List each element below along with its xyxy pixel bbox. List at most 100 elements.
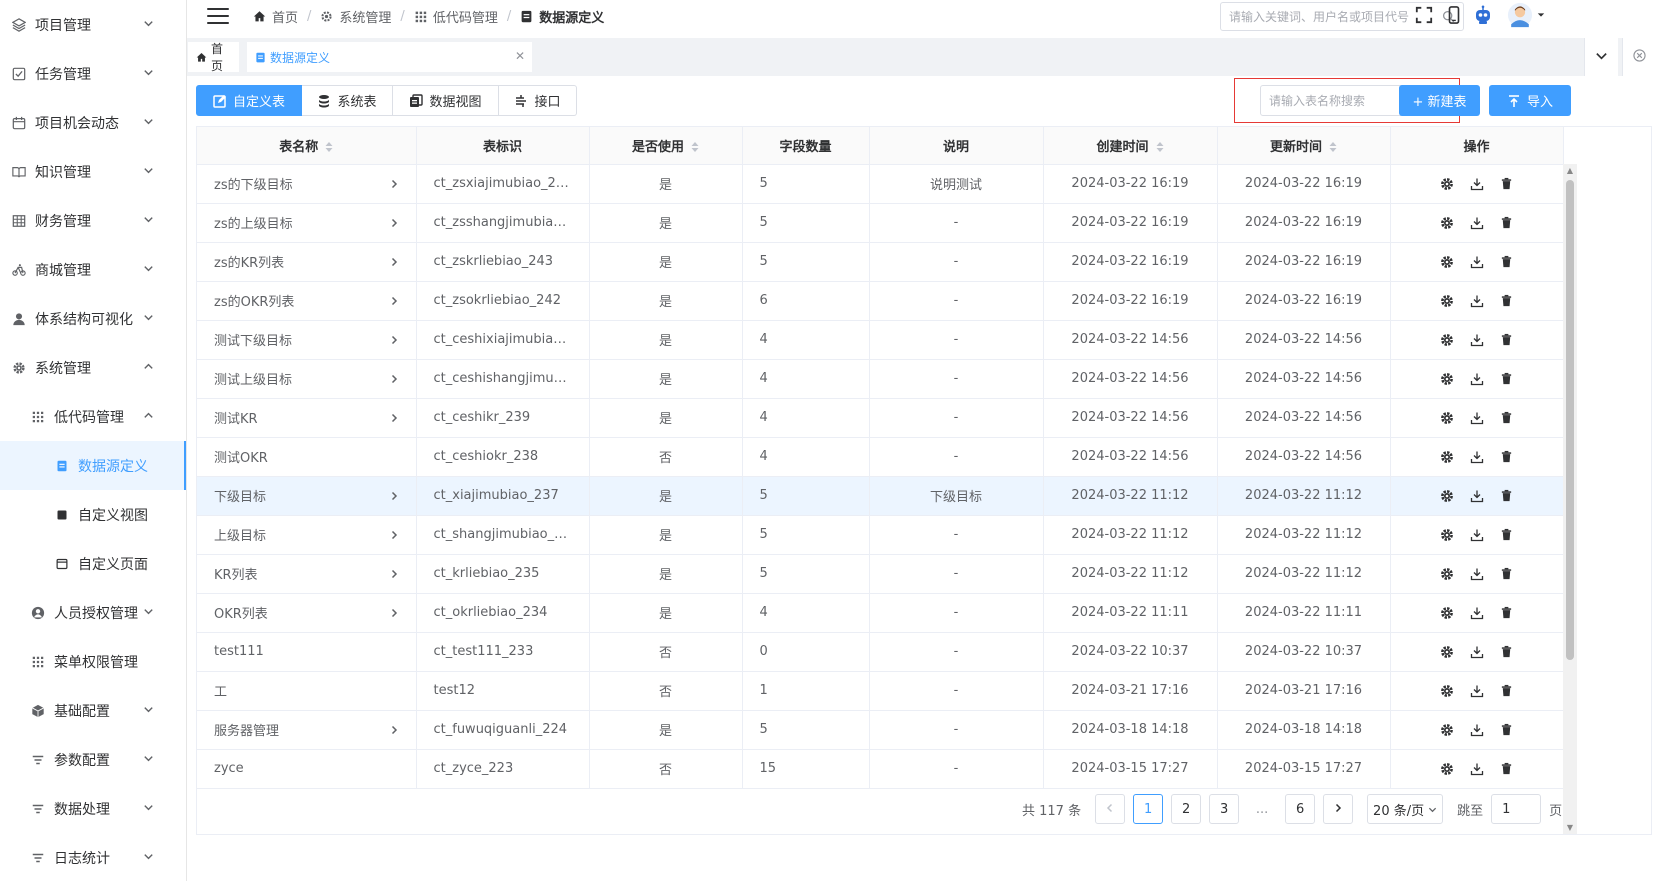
delete-trash-icon[interactable] bbox=[1500, 489, 1514, 503]
table-row[interactable]: KR列表 ct_krliebiao_235 是 5-2024-03-22 11:12 2… bbox=[197, 554, 1564, 594]
scroll-down-arrow-icon[interactable]: ▼ bbox=[1566, 824, 1574, 832]
download-icon[interactable] bbox=[1470, 372, 1484, 386]
page-button-6[interactable]: 6 bbox=[1285, 794, 1316, 824]
table-row[interactable]: 工 test12 否 1-2024-03-21 17:16 2024-03-21 17:… bbox=[197, 671, 1564, 711]
cell-name[interactable]: 服务器管理 bbox=[197, 710, 417, 750]
sidebar-item-7[interactable]: 系统管理 bbox=[0, 343, 186, 392]
segment-data-view[interactable]: 数据视图 bbox=[393, 85, 499, 116]
sidebar-item-14[interactable]: 基础配置 bbox=[0, 686, 186, 735]
chevron-right-icon[interactable] bbox=[389, 725, 399, 735]
settings-gear-icon[interactable] bbox=[1440, 216, 1454, 230]
prev-page-button[interactable] bbox=[1095, 794, 1126, 824]
column-header-created[interactable]: 创建时间 bbox=[1043, 127, 1218, 165]
settings-gear-icon[interactable] bbox=[1440, 567, 1454, 581]
settings-gear-icon[interactable] bbox=[1440, 606, 1454, 620]
delete-trash-icon[interactable] bbox=[1500, 684, 1514, 698]
sidebar-item-13[interactable]: 菜单权限管理 bbox=[0, 637, 186, 686]
delete-trash-icon[interactable] bbox=[1500, 411, 1514, 425]
column-header-used[interactable]: 是否使用 bbox=[589, 127, 743, 165]
sidebar-item-16[interactable]: 数据处理 bbox=[0, 784, 186, 833]
delete-trash-icon[interactable] bbox=[1500, 216, 1514, 230]
segment-system-table[interactable]: 系统表 bbox=[302, 85, 393, 116]
cell-name[interactable]: zs的OKR列表 bbox=[197, 281, 417, 321]
cell-name[interactable]: zs的下级目标 bbox=[197, 164, 417, 204]
segment-custom-table[interactable]: 自定义表 bbox=[196, 85, 302, 116]
sidebar-item-10[interactable]: 自定义视图 bbox=[0, 490, 186, 539]
page-button-2[interactable]: 2 bbox=[1171, 794, 1202, 824]
delete-trash-icon[interactable] bbox=[1500, 762, 1514, 776]
sidebar-item-5[interactable]: 商城管理 bbox=[0, 245, 186, 294]
delete-trash-icon[interactable] bbox=[1500, 606, 1514, 620]
cell-name[interactable]: zs的KR列表 bbox=[197, 242, 417, 282]
download-icon[interactable] bbox=[1470, 177, 1484, 191]
sidebar-item-4[interactable]: 财务管理 bbox=[0, 196, 186, 245]
tabs-dropdown-button[interactable] bbox=[1584, 38, 1618, 76]
sidebar-item-8[interactable]: 低代码管理 bbox=[0, 392, 186, 441]
cell-name[interactable]: 下级目标 bbox=[197, 476, 417, 516]
tab-datasource[interactable]: 数据源定义 ✕ bbox=[247, 42, 532, 72]
breadcrumb-home[interactable]: 首页 bbox=[253, 7, 298, 26]
table-row[interactable]: 测试上级目标 ct_ceshishangjimubi... 是 4-2024-03-2… bbox=[197, 359, 1564, 399]
settings-gear-icon[interactable] bbox=[1440, 177, 1454, 191]
settings-gear-icon[interactable] bbox=[1440, 372, 1454, 386]
download-icon[interactable] bbox=[1470, 528, 1484, 542]
download-icon[interactable] bbox=[1470, 606, 1484, 620]
table-row[interactable]: 下级目标 ct_xiajimubiao_237 是 5 下级目标 2024-03-22 1… bbox=[197, 476, 1564, 516]
close-icon[interactable]: ✕ bbox=[514, 49, 526, 63]
segment-interface[interactable]: 接口 bbox=[499, 85, 577, 116]
sidebar-item-12[interactable]: 人员授权管理 bbox=[0, 588, 186, 637]
import-button[interactable]: 导入 bbox=[1489, 85, 1571, 116]
chevron-right-icon[interactable] bbox=[389, 374, 399, 384]
breadcrumb-lowcode[interactable]: 低代码管理 bbox=[414, 7, 498, 26]
chevron-right-icon[interactable] bbox=[389, 218, 399, 228]
settings-gear-icon[interactable] bbox=[1440, 762, 1454, 776]
caret-down-icon[interactable] bbox=[1536, 5, 1546, 25]
settings-gear-icon[interactable] bbox=[1440, 528, 1454, 542]
download-icon[interactable] bbox=[1470, 333, 1484, 347]
download-icon[interactable] bbox=[1470, 489, 1484, 503]
mobile-icon[interactable] bbox=[1444, 5, 1464, 25]
new-table-button[interactable]: + 新建表 bbox=[1399, 85, 1480, 116]
jump-page-input[interactable]: 1 bbox=[1491, 794, 1542, 824]
chevron-right-icon[interactable] bbox=[389, 179, 399, 189]
page-button-1[interactable]: 1 bbox=[1133, 794, 1164, 824]
tab-home[interactable]: 首页 bbox=[188, 42, 239, 73]
cell-name[interactable]: zyce bbox=[197, 749, 417, 789]
chevron-right-icon[interactable] bbox=[389, 257, 399, 267]
settings-gear-icon[interactable] bbox=[1440, 255, 1454, 269]
settings-gear-icon[interactable] bbox=[1440, 333, 1454, 347]
cell-name[interactable]: 工 bbox=[197, 671, 417, 711]
sort-icon[interactable] bbox=[1156, 142, 1164, 153]
table-row[interactable]: zs的KR列表 ct_zskrliebiao_243 是 5-2024-03-22 1… bbox=[197, 242, 1564, 282]
download-icon[interactable] bbox=[1470, 411, 1484, 425]
delete-trash-icon[interactable] bbox=[1500, 255, 1514, 269]
table-row[interactable]: test111 ct_test111_233 否 0-2024-03-22 10:37… bbox=[197, 632, 1564, 672]
download-icon[interactable] bbox=[1470, 645, 1484, 659]
cell-name[interactable]: KR列表 bbox=[197, 554, 417, 594]
sidebar-item-0[interactable]: 项目管理 bbox=[0, 0, 186, 49]
settings-gear-icon[interactable] bbox=[1440, 489, 1454, 503]
chevron-right-icon[interactable] bbox=[389, 569, 399, 579]
delete-trash-icon[interactable] bbox=[1500, 450, 1514, 464]
fullscreen-icon[interactable] bbox=[1414, 5, 1434, 25]
download-icon[interactable] bbox=[1470, 567, 1484, 581]
download-icon[interactable] bbox=[1470, 294, 1484, 308]
column-header-updated[interactable]: 更新时间 bbox=[1217, 127, 1391, 165]
delete-trash-icon[interactable] bbox=[1500, 177, 1514, 191]
column-header-name[interactable]: 表名称 bbox=[197, 127, 417, 165]
cell-name[interactable]: zs的上级目标 bbox=[197, 203, 417, 243]
page-button-3[interactable]: 3 bbox=[1209, 794, 1240, 824]
page-size-select[interactable]: 20 条/页 bbox=[1367, 794, 1444, 824]
delete-trash-icon[interactable] bbox=[1500, 528, 1514, 542]
delete-trash-icon[interactable] bbox=[1500, 333, 1514, 347]
sidebar-item-2[interactable]: 项目机会动态 bbox=[0, 98, 186, 147]
download-icon[interactable] bbox=[1470, 723, 1484, 737]
page-ellipsis[interactable]: ... bbox=[1247, 802, 1277, 817]
scrollbar-thumb[interactable] bbox=[1566, 180, 1574, 660]
delete-trash-icon[interactable] bbox=[1500, 645, 1514, 659]
sidebar-item-17[interactable]: 日志统计 bbox=[0, 833, 186, 881]
sort-icon[interactable] bbox=[325, 142, 333, 153]
table-scrollbar[interactable]: ▲ ▼ bbox=[1563, 164, 1577, 834]
delete-trash-icon[interactable] bbox=[1500, 372, 1514, 386]
table-row[interactable]: 服务器管理 ct_fuwuqiguanli_224 是 5-2024-03-18 14… bbox=[197, 710, 1564, 750]
